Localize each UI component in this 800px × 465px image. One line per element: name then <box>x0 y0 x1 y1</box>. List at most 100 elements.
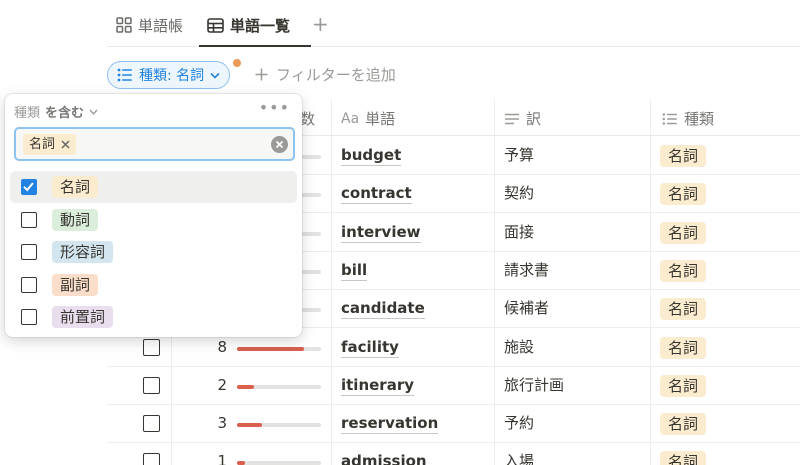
filter-operator-label: を含む <box>45 106 85 121</box>
count-progress-fill <box>237 461 246 465</box>
translation-cell: 面接 <box>504 222 535 241</box>
active-tab-indicator <box>199 45 311 47</box>
option-tag: 形容詞 <box>52 241 114 263</box>
filter-option[interactable]: 名詞 <box>10 171 297 203</box>
remove-tag-icon[interactable] <box>61 140 70 149</box>
word-title[interactable]: facility <box>341 337 399 358</box>
tab-word-list[interactable]: 単語一覧 <box>207 13 290 37</box>
header-count[interactable]: 数 <box>300 108 315 129</box>
row-checkbox[interactable] <box>143 338 160 356</box>
type-tag: 名詞 <box>660 336 707 359</box>
filter-chip-label: 種類: 名詞 <box>139 68 205 84</box>
more-options-icon[interactable]: ••• <box>259 98 290 117</box>
option-tag: 前置詞 <box>52 306 114 328</box>
row-checkbox[interactable] <box>143 453 160 465</box>
unsaved-indicator-dot <box>233 59 241 67</box>
selected-option-tag: 名詞 <box>23 134 77 155</box>
filter-option[interactable]: 形容詞 <box>10 236 297 268</box>
option-checkbox[interactable] <box>21 244 37 260</box>
add-filter-button[interactable]: フィルターを追加 <box>255 64 396 85</box>
view-tabs: 単語帳 単語一覧 + <box>107 0 800 47</box>
count-value: 2 <box>217 375 227 394</box>
count-progress-fill <box>237 423 263 428</box>
list-icon <box>662 112 678 125</box>
word-title[interactable]: bill <box>341 260 368 281</box>
option-checkbox[interactable] <box>21 179 37 195</box>
translation-cell: 候補者 <box>504 299 550 318</box>
word-title[interactable]: contract <box>341 183 412 205</box>
option-checkbox[interactable] <box>21 211 37 228</box>
type-tag: 名詞 <box>660 145 707 167</box>
word-title[interactable]: admission <box>341 451 427 465</box>
type-tag: 名詞 <box>660 298 707 321</box>
count-progress-fill <box>237 346 305 351</box>
header-type[interactable]: 種類 <box>662 108 714 129</box>
text-property-icon <box>504 113 520 125</box>
option-checkbox[interactable] <box>21 276 37 293</box>
header-type-label: 種類 <box>684 110 715 128</box>
type-tag: 名詞 <box>660 221 707 244</box>
translation-cell: 旅行計画 <box>504 375 565 394</box>
gallery-icon <box>116 17 132 33</box>
word-title[interactable]: interview <box>341 222 421 243</box>
title-property-icon: Aa <box>341 110 360 127</box>
table-icon <box>207 17 224 33</box>
count-value: 8 <box>217 337 227 356</box>
header-word-label: 単語 <box>365 110 396 128</box>
type-tag: 名詞 <box>660 413 707 436</box>
translation-cell: 施設 <box>504 337 535 356</box>
option-tag: 副詞 <box>52 273 99 296</box>
type-tag: 名詞 <box>660 374 707 397</box>
filter-option[interactable]: 副詞 <box>10 269 297 301</box>
row-checkbox[interactable] <box>143 376 160 394</box>
table-row[interactable]: 1 admission 入場 名詞 <box>107 443 800 465</box>
header-translation-label: 訳 <box>526 110 542 128</box>
option-checkbox[interactable] <box>21 309 37 325</box>
option-search-input[interactable]: 名詞 <box>14 127 295 161</box>
count-progress-fill <box>237 384 254 389</box>
word-title[interactable]: itinerary <box>341 375 415 396</box>
header-count-label: 数 <box>300 110 316 128</box>
table-row[interactable]: 2 itinerary 旅行計画 名詞 <box>107 367 800 405</box>
translation-cell: 予約 <box>504 414 535 433</box>
type-tag: 名詞 <box>660 451 707 465</box>
list-icon <box>117 68 133 82</box>
table-row[interactable]: 3 reservation 予約 名詞 <box>107 405 800 444</box>
count-progress-bar <box>237 461 321 465</box>
option-tag: 名詞 <box>52 176 99 198</box>
translation-cell: 入場 <box>504 452 535 465</box>
header-word[interactable]: Aa 単語 <box>341 108 395 129</box>
tab-label: 単語一覧 <box>230 16 291 35</box>
row-checkbox[interactable] <box>143 415 160 433</box>
type-tag: 名詞 <box>660 183 707 206</box>
count-progress-bar <box>237 346 321 351</box>
filter-condition[interactable]: 種類 を含む <box>14 102 98 121</box>
word-title[interactable]: reservation <box>341 413 439 435</box>
add-view-icon[interactable]: + <box>312 12 329 36</box>
type-tag: 名詞 <box>660 259 707 282</box>
filter-option[interactable]: 前置詞 <box>10 301 297 333</box>
chevron-down-icon <box>89 109 98 115</box>
translation-cell: 契約 <box>504 184 535 203</box>
filter-property-label: 種類 <box>14 106 41 121</box>
chevron-down-icon <box>210 72 220 79</box>
filter-option[interactable]: 動詞 <box>10 204 297 236</box>
translation-cell: 予算 <box>504 146 535 164</box>
header-translation[interactable]: 訳 <box>504 108 541 129</box>
count-progress-bar <box>237 423 321 428</box>
type-filter-chip[interactable]: 種類: 名詞 <box>107 61 231 89</box>
selected-option-label: 名詞 <box>29 137 56 152</box>
translation-cell: 請求書 <box>504 260 550 279</box>
clear-input-icon[interactable] <box>271 136 288 153</box>
tab-label: 単語帳 <box>138 16 184 35</box>
word-title[interactable]: budget <box>341 145 402 166</box>
count-value: 1 <box>217 452 227 465</box>
plus-icon <box>255 68 268 81</box>
tab-vocabulary-gallery[interactable]: 単語帳 <box>116 13 183 37</box>
word-title[interactable]: candidate <box>341 298 425 320</box>
count-progress-bar <box>237 384 321 389</box>
count-value: 3 <box>217 414 227 433</box>
option-tag: 動詞 <box>52 208 99 231</box>
filter-dropdown: 種類 を含む ••• 名詞 名詞動詞形容詞副詞前置詞 <box>5 94 302 337</box>
add-filter-label: フィルターを追加 <box>276 66 396 84</box>
